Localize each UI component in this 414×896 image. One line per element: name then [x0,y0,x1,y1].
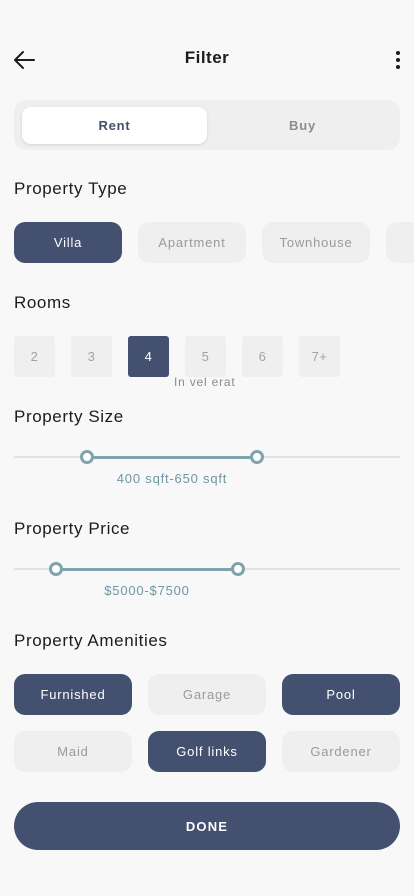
property-type-heading: Property Type [14,179,128,198]
amenity-garage[interactable]: Garage [148,674,266,715]
price-slider-fill [56,568,238,571]
more-menu-button[interactable] [388,46,408,74]
page-title: Filter [184,48,230,67]
property-type-townhouse[interactable]: Townhouse [262,222,370,263]
property-price-heading: Property Price [14,519,131,538]
room-option-4[interactable]: 4 [128,336,169,377]
size-slider-max-thumb[interactable] [250,450,265,464]
rooms-heading: Rooms [14,293,71,312]
done-button[interactable]: DONE [14,802,400,850]
property-size-heading: Property Size [14,407,124,426]
size-slider-fill [87,456,258,459]
size-slider-min-thumb[interactable] [80,450,95,464]
deal-type-segmented-control: Rent Buy [14,100,400,150]
size-range-label: 400 sqft-650 sqft [116,471,228,486]
room-option-6[interactable]: 6 [242,336,283,377]
price-slider-max-thumb[interactable] [230,562,245,576]
more-vertical-icon [396,51,400,55]
amenity-pool[interactable]: Pool [282,674,400,715]
property-type-apartment[interactable]: Apartment [138,222,246,263]
room-option-5[interactable]: 5 [185,336,226,377]
room-option-7-plus[interactable]: 7+ [299,336,340,377]
amenity-golf-links[interactable]: Golf links [148,731,266,772]
amenities-heading: Property Amenities [14,631,168,650]
price-slider-min-thumb[interactable] [49,562,64,576]
tab-buy[interactable]: Buy [210,107,395,144]
amenity-maid[interactable]: Maid [14,731,132,772]
room-option-3[interactable]: 3 [71,336,112,377]
amenity-furnished[interactable]: Furnished [14,674,132,715]
amenity-gardener[interactable]: Gardener [282,731,400,772]
property-type-more-chip[interactable] [386,222,414,263]
room-option-2[interactable]: 2 [14,336,55,377]
property-type-villa[interactable]: Villa [14,222,122,263]
room-hint: In vel erat [174,375,236,389]
tab-rent[interactable]: Rent [22,107,207,144]
price-range-label: $5000-$7500 [104,583,190,598]
